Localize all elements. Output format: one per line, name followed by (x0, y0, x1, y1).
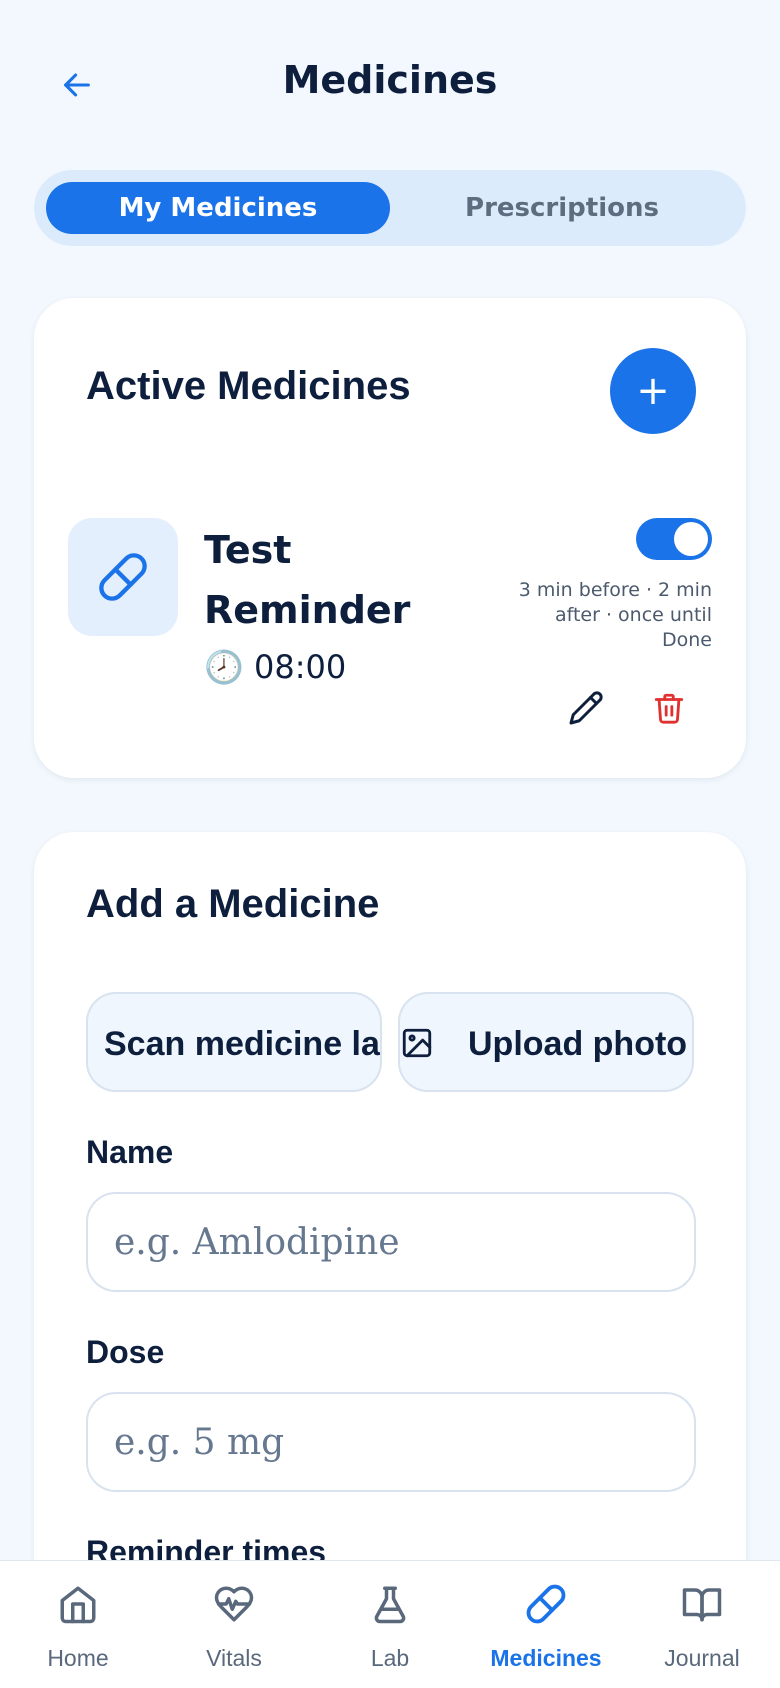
scan-label-text: Scan medicine label (104, 1025, 380, 1063)
image-icon (402, 1028, 432, 1058)
active-medicines-card: Active Medicines + Test Reminder 🕗 08:00… (34, 298, 746, 778)
toggle-knob (674, 522, 708, 556)
pill-icon (526, 1584, 566, 1624)
medicine-avatar (68, 518, 178, 636)
add-medicine-button[interactable]: + (610, 348, 696, 434)
heart-pulse-icon (214, 1586, 254, 1622)
app-header: Medicines (0, 0, 780, 170)
dose-input[interactable] (86, 1392, 696, 1492)
tab-my-medicines[interactable]: My Medicines (46, 182, 390, 234)
edit-button[interactable] (568, 690, 608, 730)
dose-label: Dose (86, 1334, 165, 1370)
nav-lab[interactable]: Lab (312, 1561, 468, 1688)
tab-prescriptions[interactable]: Prescriptions (390, 182, 734, 234)
bottom-nav: Home Vitals Lab Medicines Journal (0, 1560, 780, 1688)
home-icon (60, 1586, 96, 1624)
pill-icon (99, 553, 147, 601)
nav-journal[interactable]: Journal (624, 1561, 780, 1688)
book-icon (682, 1588, 722, 1622)
nav-medicines[interactable]: Medicines (468, 1561, 624, 1688)
page-title: Medicines (282, 58, 498, 102)
medicine-name: Test Reminder (204, 528, 411, 632)
schedule-note: 3 min before · 2 min after · once until … (518, 579, 712, 651)
upload-photo-text: Upload photo (468, 1025, 688, 1063)
nav-lab-label: Lab (370, 1645, 410, 1671)
delete-button[interactable] (652, 690, 692, 730)
upload-photo-button[interactable]: Upload photo (398, 992, 694, 1092)
nav-vitals[interactable]: Vitals (156, 1561, 312, 1688)
name-input[interactable] (86, 1192, 696, 1292)
segmented-tabs: My Medicines Prescriptions (34, 170, 746, 246)
reminder-toggle[interactable] (636, 518, 712, 560)
pencil-icon (569, 691, 603, 725)
scan-label-button[interactable]: Scan medicine label (86, 992, 382, 1092)
active-medicines-title: Active Medicines (86, 364, 411, 408)
nav-vitals-label: Vitals (206, 1645, 262, 1671)
nav-medicines-label: Medicines (490, 1645, 602, 1671)
medicine-time: 🕗 08:00 (204, 648, 347, 686)
add-medicine-title: Add a Medicine (86, 882, 380, 926)
nav-journal-label: Journal (664, 1645, 740, 1671)
flask-icon (374, 1586, 406, 1624)
nav-home-label: Home (47, 1645, 109, 1671)
trash-icon (654, 693, 684, 724)
nav-home[interactable]: Home (0, 1561, 156, 1688)
name-label: Name (86, 1134, 174, 1170)
